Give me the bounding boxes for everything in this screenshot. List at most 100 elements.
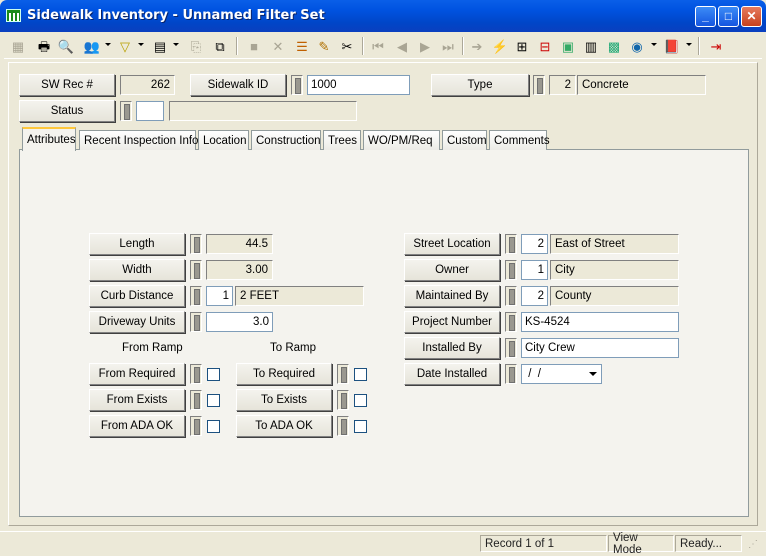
sidewalk-id-field[interactable]: 1000: [307, 75, 410, 95]
print-icon[interactable]: 🖶: [34, 36, 54, 56]
last-record-icon[interactable]: ⏭: [438, 36, 458, 56]
street-location-button[interactable]: Street Location: [404, 233, 500, 255]
width-value: 3.00: [206, 260, 273, 280]
to-required-checkbox[interactable]: [354, 368, 367, 381]
status-code-field[interactable]: [136, 101, 164, 121]
to-ada-ok-checkbox[interactable]: [354, 420, 367, 433]
gis-icon[interactable]: ▩: [604, 36, 624, 56]
hierarchy-icon[interactable]: ⊟: [535, 36, 555, 56]
from-ada-ok-grip[interactable]: [190, 416, 202, 436]
lightning-icon[interactable]: ⚡: [490, 36, 510, 56]
street-location-code[interactable]: 2: [521, 234, 548, 254]
book-icon[interactable]: 📕: [662, 36, 682, 56]
project-number-grip[interactable]: [505, 312, 517, 332]
globe-icon[interactable]: ◉: [627, 36, 647, 56]
map-icon[interactable]: ▣: [558, 36, 578, 56]
tab-custom[interactable]: Custom: [442, 130, 487, 150]
attach-icon[interactable]: ⧉: [210, 36, 230, 56]
goto-icon[interactable]: ➔: [467, 36, 487, 56]
from-ada-ok-checkbox[interactable]: [207, 420, 220, 433]
edit-icon[interactable]: ✎: [314, 36, 334, 56]
curb-distance-button[interactable]: Curb Distance: [89, 285, 185, 307]
title-bar[interactable]: Sidewalk Inventory - Unnamed Filter Set …: [0, 0, 766, 32]
first-record-icon[interactable]: ⏮: [368, 36, 388, 56]
driveway-units-button[interactable]: Driveway Units: [89, 311, 185, 333]
delete-icon[interactable]: ✕: [268, 36, 288, 56]
tab-construction[interactable]: Construction: [251, 130, 321, 150]
maintained-by-button[interactable]: Maintained By: [404, 285, 500, 307]
installed-by-field[interactable]: City Crew: [521, 338, 679, 358]
sw-rec-value: 262: [120, 75, 175, 95]
tab-attributes[interactable]: Attributes: [22, 127, 76, 151]
from-required-checkbox[interactable]: [207, 368, 220, 381]
installed-by-grip[interactable]: [505, 338, 517, 358]
stack-icon[interactable]: ☰: [292, 36, 312, 56]
type-grip[interactable]: [533, 75, 545, 95]
owner-button[interactable]: Owner: [404, 259, 500, 281]
status-button[interactable]: Status: [19, 100, 115, 122]
copy-record-icon[interactable]: ⎘: [186, 36, 206, 56]
driveway-units-field[interactable]: 3.0: [206, 312, 273, 332]
maintained-by-code[interactable]: 2: [521, 286, 548, 306]
from-exists-checkbox[interactable]: [207, 394, 220, 407]
filter-icon[interactable]: ▽: [115, 36, 135, 56]
search-users-icon[interactable]: 👥: [82, 36, 102, 56]
previous-record-icon[interactable]: ◀: [392, 36, 412, 56]
to-required-button[interactable]: To Required: [236, 363, 332, 385]
installed-by-button[interactable]: Installed By: [404, 337, 500, 359]
save-icon[interactable]: ■: [244, 36, 264, 56]
from-ada-ok-button[interactable]: From ADA OK: [89, 415, 185, 437]
tree-view-icon[interactable]: ⊞: [512, 36, 532, 56]
project-number-button[interactable]: Project Number: [404, 311, 500, 333]
type-button[interactable]: Type: [431, 74, 529, 96]
project-number-field[interactable]: KS-4524: [521, 312, 679, 332]
to-ada-ok-button[interactable]: To ADA OK: [236, 415, 332, 437]
owner-code[interactable]: 1: [521, 260, 548, 280]
sw-rec-button[interactable]: SW Rec #: [19, 74, 115, 96]
length-button[interactable]: Length: [89, 233, 185, 255]
report-icon[interactable]: ▤: [150, 36, 170, 56]
to-exists-button[interactable]: To Exists: [236, 389, 332, 411]
street-location-description: East of Street: [550, 234, 679, 254]
maintained-by-grip[interactable]: [505, 286, 517, 306]
preview-icon[interactable]: 🔍: [56, 36, 76, 56]
to-exists-grip[interactable]: [337, 390, 349, 410]
driveway-units-grip[interactable]: [190, 312, 202, 332]
calculator-icon[interactable]: ▥: [581, 36, 601, 56]
from-exists-button[interactable]: From Exists: [89, 389, 185, 411]
date-installed-picker[interactable]: / /: [521, 364, 602, 384]
tab-recent-inspection[interactable]: Recent Inspection Info: [79, 130, 198, 150]
tab-location[interactable]: Location: [198, 130, 249, 150]
tab-trees[interactable]: Trees: [323, 130, 361, 150]
new-record-icon[interactable]: ▦: [8, 36, 28, 56]
tab-wo-pm-req[interactable]: WO/PM/Req: [363, 130, 440, 150]
from-required-grip[interactable]: [190, 364, 202, 384]
sidewalk-id-button[interactable]: Sidewalk ID: [190, 74, 286, 96]
next-record-icon[interactable]: ▶: [415, 36, 435, 56]
sidewalk-id-grip[interactable]: [291, 75, 303, 95]
exit-icon[interactable]: ⇥: [706, 36, 726, 56]
minimize-button[interactable]: _: [695, 6, 716, 27]
date-installed-grip[interactable]: [505, 364, 517, 384]
status-grip[interactable]: [120, 101, 132, 121]
to-required-grip[interactable]: [337, 364, 349, 384]
curb-distance-code[interactable]: 1: [206, 286, 233, 306]
width-button[interactable]: Width: [89, 259, 185, 281]
curb-distance-grip[interactable]: [190, 286, 202, 306]
owner-grip[interactable]: [505, 260, 517, 280]
chevron-down-icon[interactable]: [585, 366, 600, 382]
close-button[interactable]: ✕: [741, 6, 762, 27]
date-installed-button[interactable]: Date Installed: [404, 363, 500, 385]
tab-comments[interactable]: Comments: [489, 130, 550, 150]
date-installed-value: / /: [525, 368, 541, 380]
from-required-button[interactable]: From Required: [89, 363, 185, 385]
street-location-grip[interactable]: [505, 234, 517, 254]
width-grip[interactable]: [190, 260, 202, 280]
maximize-button[interactable]: □: [718, 6, 739, 27]
from-exists-grip[interactable]: [190, 390, 202, 410]
length-grip[interactable]: [190, 234, 202, 254]
cut-icon[interactable]: ✂: [337, 36, 357, 56]
to-exists-checkbox[interactable]: [354, 394, 367, 407]
resize-grip-icon[interactable]: ⋰: [748, 540, 762, 552]
to-ada-ok-grip[interactable]: [337, 416, 349, 436]
